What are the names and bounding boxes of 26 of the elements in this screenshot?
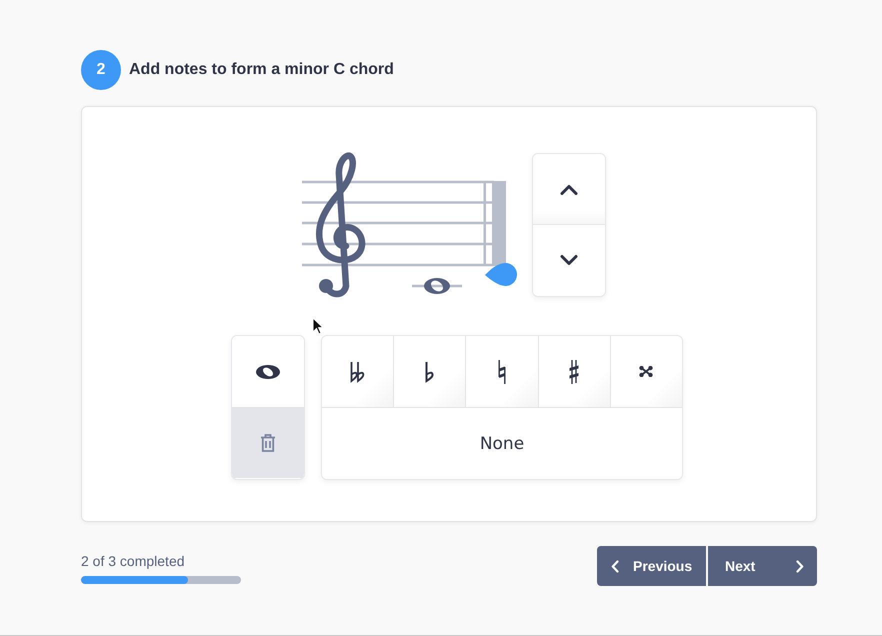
- chevron-left-icon: [611, 560, 619, 572]
- pitch-up-button[interactable]: [533, 154, 605, 225]
- chevron-up-icon: [560, 184, 578, 194]
- whole-note-icon: [256, 364, 280, 378]
- chevron-down-icon: [560, 255, 578, 266]
- trash-icon: [260, 434, 276, 452]
- mouse-pointer-icon: [312, 317, 324, 335]
- flat-icon: [425, 360, 434, 382]
- chevron-right-icon: [796, 560, 804, 572]
- step-number-badge: 2: [81, 50, 121, 90]
- double-flat-icon: [350, 360, 366, 382]
- progress-label: 2 of 3 completed: [81, 553, 186, 570]
- no-accidental-button[interactable]: None: [322, 408, 682, 479]
- natural-button[interactable]: [466, 336, 539, 407]
- sharp-button[interactable]: [538, 336, 611, 407]
- double-sharp-button[interactable]: [610, 336, 682, 407]
- previous-button[interactable]: Previous: [597, 546, 706, 586]
- next-button[interactable]: Next: [708, 546, 817, 586]
- pin-marker[interactable]: [485, 263, 517, 286]
- natural-icon: [498, 360, 506, 384]
- note-button[interactable]: [232, 336, 304, 407]
- double-sharp-icon: [639, 366, 654, 377]
- sharp-icon: [569, 360, 580, 384]
- step-title: Add notes to form a minor C chord: [129, 61, 394, 79]
- whole-note: [424, 278, 450, 294]
- double-flat-button[interactable]: [322, 336, 394, 407]
